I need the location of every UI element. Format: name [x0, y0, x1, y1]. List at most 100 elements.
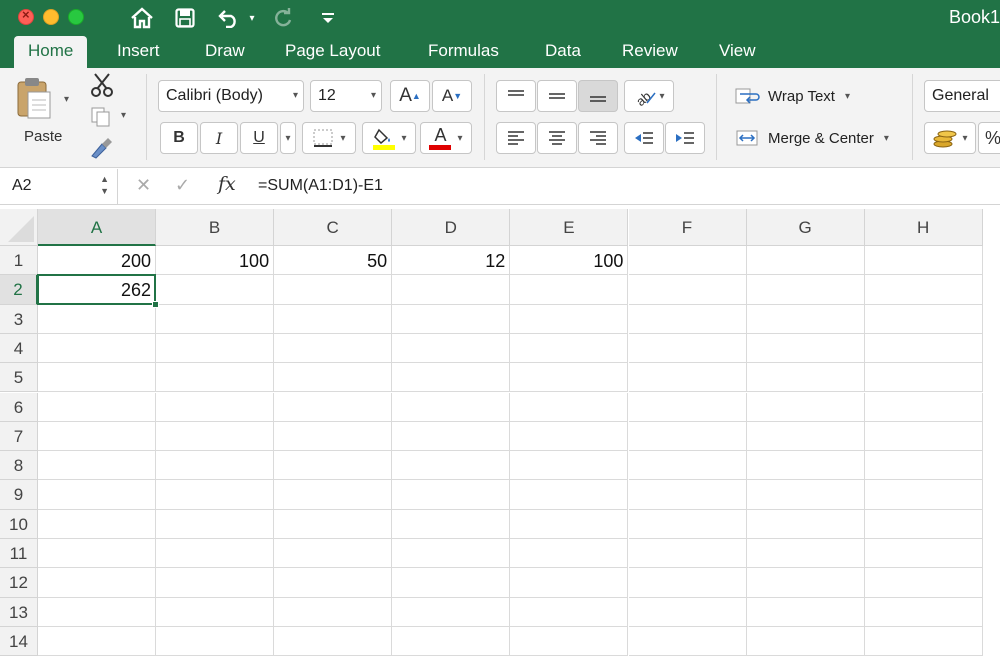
cell-f2[interactable] — [628, 275, 747, 305]
tab-insert[interactable]: Insert — [103, 36, 174, 68]
cell-e3[interactable] — [510, 304, 629, 334]
row-header-6[interactable]: 6 — [0, 392, 38, 422]
cell-f3[interactable] — [628, 304, 747, 334]
cell-a10[interactable] — [38, 509, 156, 539]
cell-g14[interactable] — [746, 626, 865, 656]
tab-home[interactable]: Home — [14, 36, 88, 68]
italic-button[interactable]: I — [200, 122, 238, 154]
font-name-select[interactable]: Calibri (Body) ▾ — [158, 80, 304, 112]
fill-handle[interactable] — [152, 300, 160, 308]
name-box[interactable]: A2 ▲ ▼ — [0, 169, 118, 204]
increase-indent-button[interactable] — [665, 122, 705, 154]
worksheet-grid[interactable]: A B C D E F G H 1 200 100 50 12 100 2 262 3 4 5 6 7 8 9 10 11 12 1… — [0, 209, 1000, 656]
align-right-button[interactable] — [578, 122, 618, 154]
cell-b14[interactable] — [156, 626, 275, 656]
cell-h13[interactable] — [864, 597, 983, 627]
cell-e6[interactable] — [510, 392, 629, 422]
tab-draw[interactable]: Draw — [191, 36, 259, 68]
paste-icon[interactable] — [14, 76, 62, 120]
row-header-10[interactable]: 10 — [0, 509, 38, 539]
cell-h14[interactable] — [864, 626, 983, 656]
cell-g4[interactable] — [746, 333, 865, 364]
cell-b13[interactable] — [156, 597, 275, 627]
cell-g13[interactable] — [746, 597, 865, 627]
cell-b11[interactable] — [156, 539, 275, 569]
cell-e10[interactable] — [510, 509, 629, 539]
cell-d3[interactable] — [392, 304, 511, 334]
cell-c14[interactable] — [274, 626, 393, 656]
formula-input[interactable]: =SUM(A1:D1)-E1 — [258, 177, 383, 195]
cell-c12[interactable] — [274, 568, 393, 598]
cell-b5[interactable] — [156, 363, 275, 393]
cell-g2[interactable] — [746, 275, 865, 305]
paste-label[interactable]: Paste — [24, 128, 62, 145]
cell-g9[interactable] — [746, 480, 865, 510]
tab-review[interactable]: Review — [608, 36, 692, 68]
column-header-b[interactable]: B — [156, 209, 275, 246]
paste-dropdown-icon[interactable]: ▾ — [64, 94, 69, 105]
home-icon[interactable] — [128, 5, 156, 31]
column-header-a[interactable]: A — [38, 209, 156, 246]
cell-d4[interactable] — [392, 333, 511, 364]
decrease-font-size-button[interactable]: A ▼ — [432, 80, 472, 112]
cell-d6[interactable] — [392, 392, 511, 422]
orientation-button[interactable]: ab ▾ — [624, 80, 674, 112]
underline-button[interactable]: U — [240, 122, 278, 154]
cell-b4[interactable] — [156, 333, 275, 364]
tab-data[interactable]: Data — [531, 36, 595, 68]
cell-f11[interactable] — [628, 539, 747, 569]
increase-font-size-button[interactable]: A ▲ — [390, 80, 430, 112]
copy-icon[interactable] — [90, 106, 112, 128]
cell-d9[interactable] — [392, 480, 511, 510]
cell-h12[interactable] — [864, 568, 983, 598]
cell-g6[interactable] — [746, 392, 865, 422]
merge-center-button[interactable]: Merge & Center ▾ — [734, 126, 889, 150]
row-header-3[interactable]: 3 — [0, 304, 38, 334]
cell-g10[interactable] — [746, 509, 865, 539]
minimize-window-button[interactable] — [43, 9, 59, 25]
cell-e4[interactable] — [510, 333, 629, 364]
row-header-11[interactable]: 11 — [0, 539, 38, 569]
cell-b3[interactable] — [156, 304, 275, 334]
cell-e5[interactable] — [510, 363, 629, 393]
align-top-button[interactable] — [496, 80, 536, 112]
font-color-button[interactable]: A ▾ — [420, 122, 472, 154]
cell-c13[interactable] — [274, 597, 393, 627]
cell-a5[interactable] — [38, 363, 156, 393]
cell-d12[interactable] — [392, 568, 511, 598]
cell-g1[interactable] — [746, 246, 865, 276]
redo-icon[interactable] — [270, 5, 296, 31]
cell-a4[interactable] — [38, 333, 156, 364]
cell-a9[interactable] — [38, 480, 156, 510]
cell-h4[interactable] — [864, 333, 983, 364]
cell-c2[interactable] — [274, 275, 393, 305]
column-header-c[interactable]: C — [274, 209, 393, 246]
align-left-button[interactable] — [496, 122, 536, 154]
cell-c11[interactable] — [274, 539, 393, 569]
cell-d11[interactable] — [392, 539, 511, 569]
cell-d2[interactable] — [392, 275, 511, 305]
accounting-format-button[interactable]: ▾ — [924, 122, 976, 154]
cell-g7[interactable] — [746, 421, 865, 452]
align-center-button[interactable] — [537, 122, 577, 154]
cell-d13[interactable] — [392, 597, 511, 627]
cell-h8[interactable] — [864, 451, 983, 481]
row-header-13[interactable]: 13 — [0, 597, 38, 627]
font-size-select[interactable]: 12 ▾ — [310, 80, 382, 112]
cell-h9[interactable] — [864, 480, 983, 510]
number-format-select[interactable]: General — [924, 80, 1000, 112]
cell-b2[interactable] — [156, 275, 275, 305]
cell-g12[interactable] — [746, 568, 865, 598]
cell-h6[interactable] — [864, 392, 983, 422]
cell-f6[interactable] — [628, 392, 747, 422]
zoom-window-button[interactable] — [68, 9, 84, 25]
cell-a6[interactable] — [38, 392, 156, 422]
cell-c1[interactable]: 50 — [274, 246, 393, 276]
cell-f7[interactable] — [628, 421, 747, 452]
align-bottom-button[interactable] — [578, 80, 618, 112]
row-header-4[interactable]: 4 — [0, 333, 38, 364]
undo-icon[interactable] — [214, 5, 244, 31]
cell-h11[interactable] — [864, 539, 983, 569]
cell-c4[interactable] — [274, 333, 393, 364]
cell-f1[interactable] — [628, 246, 747, 276]
